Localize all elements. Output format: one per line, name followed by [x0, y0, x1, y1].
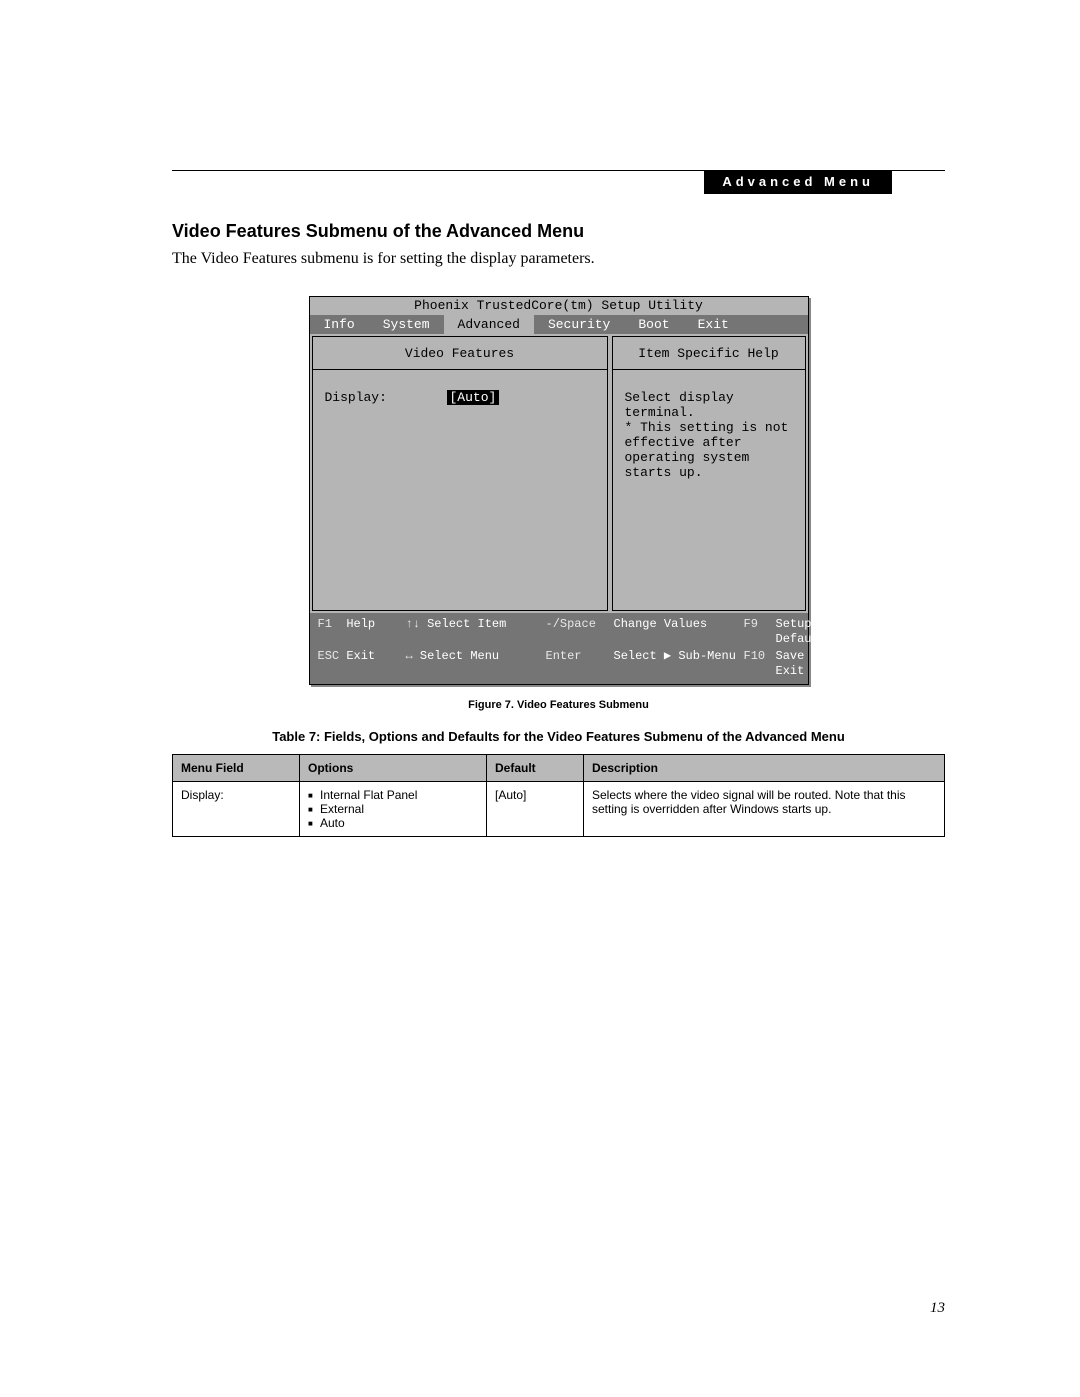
bios-left-panel-body: Display: [Auto]: [313, 370, 607, 610]
bios-tab-exit: Exit: [684, 315, 743, 334]
bios-help-line: operating system: [625, 450, 793, 465]
page-number: 13: [930, 1300, 945, 1317]
bios-right-panel-title: Item Specific Help: [613, 337, 805, 370]
header-badge: Advanced Menu: [704, 170, 892, 194]
bios-left-panel-title: Video Features: [313, 337, 607, 370]
th-options: Options: [300, 755, 487, 782]
section-title: Video Features Submenu of the Advanced M…: [172, 221, 945, 242]
bios-setting-value: [Auto]: [447, 390, 500, 405]
bios-help-line: Select display terminal.: [625, 390, 793, 420]
key-arrows-v: ↑↓ Select Item: [406, 617, 546, 647]
options-table: Menu Field Options Default Description D…: [172, 754, 945, 837]
figure-caption: Figure 7. Video Features Submenu: [172, 699, 945, 711]
table-caption: Table 7: Fields, Options and Defaults fo…: [172, 729, 945, 744]
bios-tab-advanced: Advanced: [444, 315, 534, 334]
table-header-row: Menu Field Options Default Description: [173, 755, 945, 782]
list-item: Internal Flat Panel: [308, 788, 478, 802]
bios-screenshot: Phoenix TrustedCore(tm) Setup Utility In…: [309, 296, 809, 685]
bios-left-panel: Video Features Display: [Auto]: [312, 336, 608, 611]
key-enter: Enter: [546, 649, 614, 679]
label-save-exit: Save and Exit: [776, 649, 834, 679]
bios-menubar: Info System Advanced Security Boot Exit: [310, 315, 808, 334]
label-setup-defaults: Setup Defaults: [776, 617, 834, 647]
td-menu-field: Display:: [173, 782, 300, 837]
key-f10: F10: [744, 649, 776, 679]
bios-help-line: starts up.: [625, 465, 793, 480]
key-esc: ESC Exit: [318, 649, 406, 679]
th-menu-field: Menu Field: [173, 755, 300, 782]
bios-setting-label: Display:: [325, 390, 447, 405]
td-options: Internal Flat Panel External Auto: [300, 782, 487, 837]
bios-tab-info: Info: [310, 315, 369, 334]
bios-menubar-spacer: [743, 315, 808, 334]
bios-right-panel: Item Specific Help Select display termin…: [612, 336, 806, 611]
section-intro: The Video Features submenu is for settin…: [172, 250, 945, 268]
td-description: Selects where the video signal will be r…: [584, 782, 945, 837]
th-default: Default: [487, 755, 584, 782]
key-f1: F1 Help: [318, 617, 406, 647]
bios-tab-boot: Boot: [624, 315, 683, 334]
key-f9: F9: [744, 617, 776, 647]
bios-tab-security: Security: [534, 315, 624, 334]
bios-footer: F1 Help ↑↓ Select Item -/Space Change Va…: [310, 613, 808, 684]
bios-setting-row: Display: [Auto]: [325, 390, 595, 405]
table-row: Display: Internal Flat Panel External Au…: [173, 782, 945, 837]
bios-help-line: * This setting is not: [625, 420, 793, 435]
document-page: Advanced Menu Video Features Submenu of …: [0, 0, 1080, 1397]
td-default: [Auto]: [487, 782, 584, 837]
key-arrows-h: ↔ Select Menu: [406, 649, 546, 679]
bios-help-line: effective after: [625, 435, 793, 450]
label-change-values: Change Values: [614, 617, 744, 647]
label-select-submenu: Select ▶ Sub-Menu: [614, 649, 744, 679]
bios-titlebar: Phoenix TrustedCore(tm) Setup Utility: [310, 297, 808, 315]
options-list: Internal Flat Panel External Auto: [308, 788, 478, 830]
bios-help-body: Select display terminal. * This setting …: [613, 370, 805, 610]
bios-body: Video Features Display: [Auto] Item Spec…: [310, 334, 808, 613]
key-minus-space: -/Space: [546, 617, 614, 647]
th-description: Description: [584, 755, 945, 782]
bios-tab-system: System: [369, 315, 444, 334]
list-item: External: [308, 802, 478, 816]
list-item: Auto: [308, 816, 478, 830]
